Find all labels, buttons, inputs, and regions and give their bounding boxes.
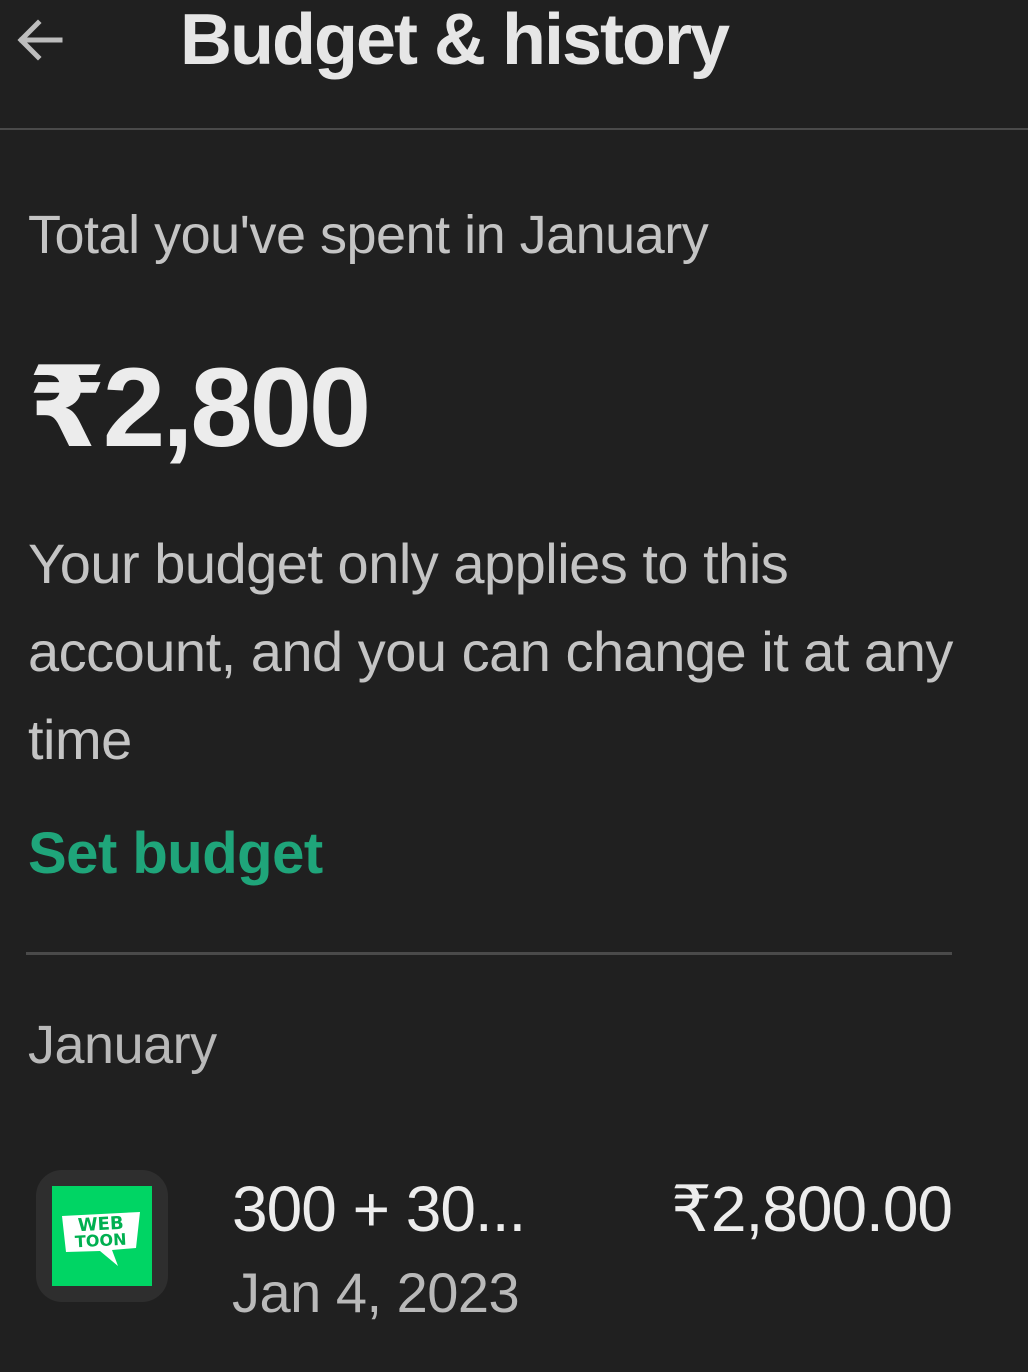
page-title: Budget & history xyxy=(180,0,730,80)
arrow-left-icon xyxy=(17,19,63,61)
transaction-row[interactable]: WEB TOON 300 + 30... Jan 4, 2023 ₹2,800.… xyxy=(0,1150,1028,1350)
top-app-bar: Budget & history xyxy=(0,0,1028,130)
divider xyxy=(26,952,952,955)
app-icon-container: WEB TOON xyxy=(36,1170,168,1302)
budget-note: Your budget only applies to this account… xyxy=(28,532,953,771)
transaction-date: Jan 4, 2023 xyxy=(232,1261,520,1324)
back-button[interactable] xyxy=(8,8,72,72)
webtoon-logo-line2: TOON xyxy=(74,1230,126,1252)
transaction-amount: ₹2,800.00 xyxy=(671,1173,953,1245)
spent-label: Total you've spent in January xyxy=(28,205,709,265)
month-heading: January xyxy=(28,1015,217,1075)
set-budget-button[interactable]: Set budget xyxy=(28,820,323,887)
transaction-title: 300 + 30... xyxy=(232,1173,526,1245)
spent-amount: ₹2,800 xyxy=(28,345,371,470)
webtoon-app-icon: WEB TOON xyxy=(52,1186,152,1286)
